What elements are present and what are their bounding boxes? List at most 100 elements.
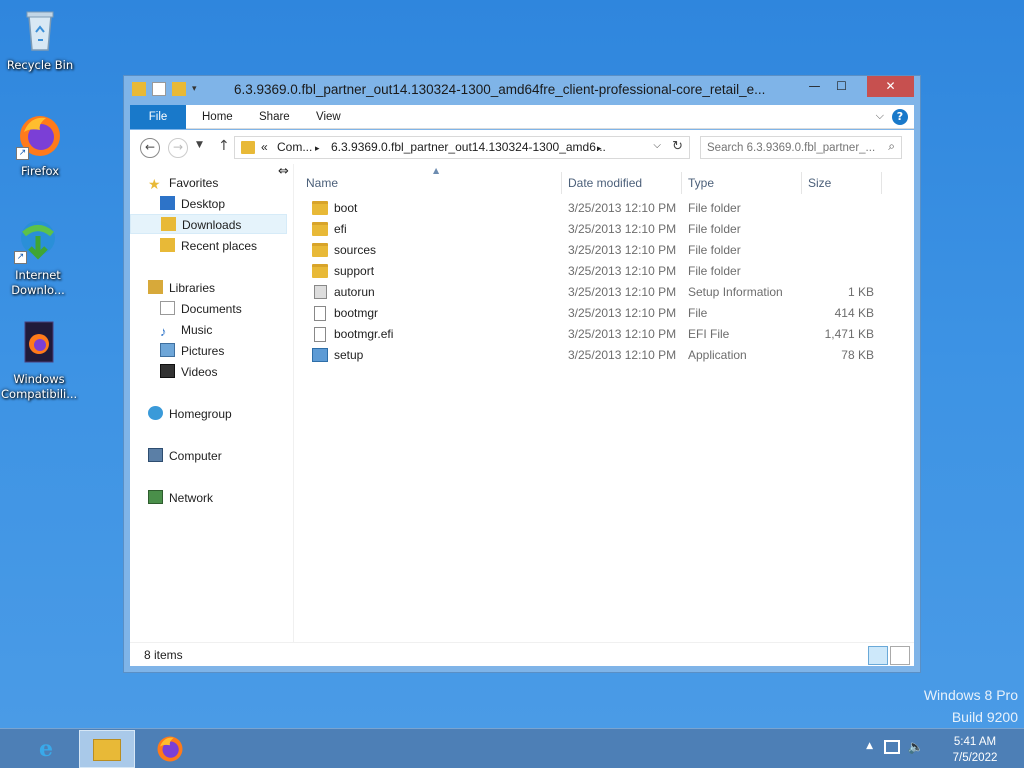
tab-file[interactable]: File [130,105,186,129]
properties-icon[interactable] [152,82,166,96]
tab-share[interactable]: Share [249,105,300,129]
recent-locations-icon[interactable]: ▼ [196,140,203,150]
nav-music[interactable]: ♪ Music [160,320,212,340]
address-bar[interactable]: « Com... ▸ 6.3.9369.0.fbl_partner_out14.… [234,136,690,159]
breadcrumb-separator-icon[interactable]: ▸ [315,143,320,154]
file-row[interactable]: efi 3/25/2013 12:10 PM File folder [300,219,914,240]
file-date: 3/25/2013 12:10 PM [568,264,677,278]
desktop-folder-icon [160,196,175,210]
recent-places-icon [160,238,175,252]
nav-pictures[interactable]: Pictures [160,341,224,361]
nav-favorites-label: Favorites [169,176,219,190]
refresh-icon[interactable]: ↻ [672,139,683,154]
tab-home[interactable]: Home [192,105,243,129]
expand-ribbon-icon[interactable]: ⌵ [876,109,884,123]
column-type[interactable]: Type [682,172,802,194]
tab-view[interactable]: View [306,105,351,129]
nav-videos[interactable]: Videos [160,362,217,382]
file-type: File folder [688,201,741,215]
file-name: autorun [334,285,375,299]
folder-icon [312,222,328,236]
file-row[interactable]: bootmgr 3/25/2013 12:10 PM File 414 KB [300,303,914,324]
search-box: ⌕ [700,136,902,159]
file-icon [314,306,326,321]
file-row[interactable]: boot 3/25/2013 12:10 PM File folder [300,198,914,219]
breadcrumb-overflow[interactable]: « [261,140,268,154]
taskbar-file-explorer[interactable] [79,730,135,768]
watermark-edition: Windows 8 Pro [923,687,1018,703]
nav-favorites[interactable]: ★ Favorites [148,173,218,193]
explorer-window: ▾ 6.3.9369.0.fbl_partner_out14.130324-13… [123,75,921,673]
column-date-modified[interactable]: Date modified [562,172,682,194]
shortcut-arrow-icon: ↗ [16,147,29,160]
nav-computer[interactable]: Computer [148,446,222,466]
ribbon-tabs: File Home Share View ⌵ ? [130,105,914,129]
desktop-icon-windows-compatibility[interactable]: Windows Compatibili... [1,320,77,402]
folder-icon [312,264,328,278]
clock-time: 5:41 AM [953,736,997,748]
file-type: EFI File [688,327,730,341]
taskbar-firefox[interactable] [142,730,198,768]
network-status-icon[interactable] [884,740,900,754]
search-icon[interactable]: ⌕ [888,139,895,154]
file-date: 3/25/2013 12:10 PM [568,201,677,215]
title-bar[interactable]: ▾ 6.3.9369.0.fbl_partner_out14.130324-13… [124,76,920,104]
setup-information-icon [314,285,327,299]
file-date: 3/25/2013 12:10 PM [568,222,677,236]
quick-access-toolbar: ▾ [132,82,206,96]
file-type: File [688,306,708,320]
desktop-icon-firefox[interactable]: ↗ Firefox [2,112,78,179]
details-view-button[interactable] [868,646,888,665]
address-dropdown-icon[interactable]: ⌵ [653,140,661,151]
file-size: 414 KB [834,306,874,320]
nav-downloads[interactable]: Downloads [130,214,287,234]
nav-libraries[interactable]: Libraries [148,278,215,298]
breadcrumb-separator-icon[interactable]: ▸ [597,143,602,154]
firefox-icon: ↗ [16,112,64,160]
computer-icon [148,448,163,462]
desktop-icon-recycle-bin[interactable]: Recycle Bin [2,6,78,73]
desktop-icon-internet-download-manager[interactable]: ↗ Internet Downlo... [0,216,76,298]
file-type: Application [688,348,747,362]
show-hidden-icons-icon[interactable]: ▲ [866,741,873,751]
system-clock[interactable]: 5:41 AM 7/5/2022 [934,734,1016,766]
file-size: 1,471 KB [824,327,874,341]
nav-music-label: Music [181,323,213,337]
file-row[interactable]: bootmgr.efi 3/25/2013 12:10 PM EFI File 1,4… [300,324,914,345]
help-icon[interactable]: ? [892,109,908,125]
taskbar-internet-explorer[interactable]: e [18,730,74,768]
desktop-icon-label: Recycle Bin [6,58,74,72]
close-button[interactable]: ✕ [867,76,914,97]
back-button[interactable]: ← [140,138,160,158]
minimize-button[interactable]: — [801,76,828,97]
nav-recent-places[interactable]: Recent places [160,236,257,256]
file-name: sources [334,243,377,257]
watermark-build: Build 9200 [951,709,1018,725]
nav-pictures-label: Pictures [181,344,225,358]
breadcrumb-computer[interactable]: Com... [277,140,312,154]
search-input[interactable] [707,138,877,158]
column-type-label: Type [688,176,715,190]
new-folder-icon[interactable] [172,82,186,96]
maximize-button[interactable]: ☐ [828,76,855,97]
nav-documents[interactable]: Documents [160,299,242,319]
volume-muted-icon[interactable]: 🔈 [908,740,924,755]
nav-homegroup[interactable]: Homegroup [148,404,232,424]
large-icons-view-button[interactable] [890,646,910,665]
forward-button[interactable]: → [168,138,188,158]
windows-watermark: Windows 8 Pro Build 9200 [924,684,1018,728]
column-name[interactable]: Name [300,172,562,194]
customize-toolbar-icon[interactable]: ▾ [192,82,206,96]
nav-network[interactable]: Network [148,488,213,508]
file-explorer-icon [93,739,121,761]
nav-desktop[interactable]: Desktop [160,194,225,214]
file-row[interactable]: sources 3/25/2013 12:10 PM File folder [300,240,914,261]
up-button[interactable]: ↑ [218,138,230,154]
file-row[interactable]: setup 3/25/2013 12:10 PM Application 78 KB [300,345,914,366]
file-row[interactable]: autorun 3/25/2013 12:10 PM Setup Informati… [300,282,914,303]
system-tray: ▲ 🔈 5:41 AM 7/5/2022 [846,732,1016,766]
file-row[interactable]: support 3/25/2013 12:10 PM File folder [300,261,914,282]
folder-icon[interactable] [132,82,146,96]
breadcrumb-current-folder[interactable]: 6.3.9369.0.fbl_partner_out14.130324-1300… [331,140,606,154]
column-size[interactable]: Size [802,172,882,194]
